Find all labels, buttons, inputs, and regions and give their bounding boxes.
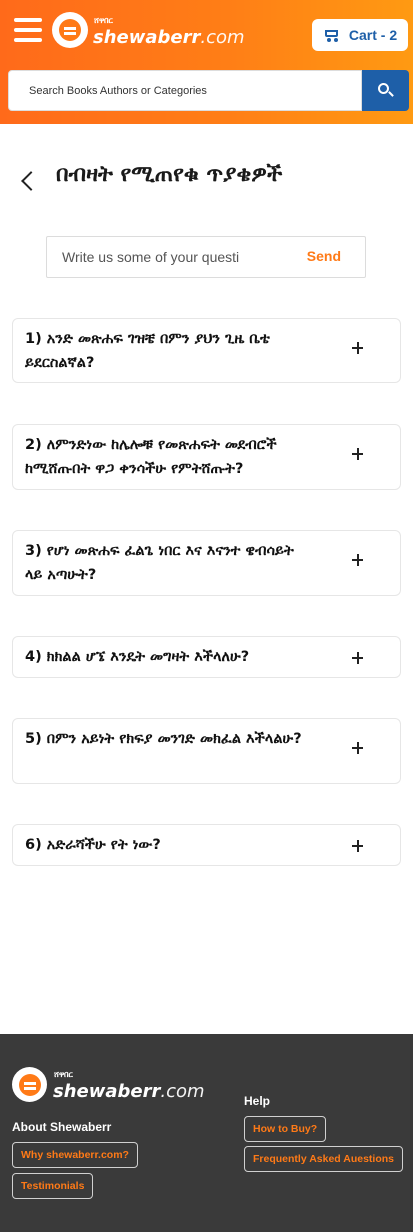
faq-question: 2) ለምንድነው ከሌሎቹ የመጽሐፍት መደብሮች ከሚሸጡበት ዋጋ ቀን… <box>25 437 277 477</box>
logo-brand-tld: .com <box>160 1081 205 1102</box>
cart-icon <box>323 28 339 42</box>
footer-link-faq[interactable]: Frequently Asked Auestions <box>244 1146 404 1172</box>
question-input[interactable] <box>48 238 288 276</box>
cart-button[interactable]: Cart - 2 <box>312 19 408 51</box>
plus-icon[interactable] <box>352 840 364 852</box>
faq-item-5[interactable]: 5) በምን አይነት የክፍያ መንገድ መክፈል እችላልሁ? <box>12 718 401 784</box>
logo-small-text: ሸዋበር <box>54 1070 73 1079</box>
site-header: ሸዋበር shewaberr.com Cart - 2 <box>0 0 413 124</box>
footer-link-how-to-buy[interactable]: How to Buy? <box>244 1116 327 1142</box>
logo-wordmark: shewaberr.com <box>93 27 245 48</box>
footer-link-testimonials[interactable]: Testimonials <box>12 1173 94 1199</box>
plus-icon[interactable] <box>352 342 364 354</box>
menu-icon[interactable] <box>14 18 42 46</box>
logo-brand-tld: .com <box>200 27 245 48</box>
site-logo[interactable]: ሸዋበር shewaberr.com <box>52 12 245 52</box>
send-button[interactable]: Send <box>307 248 341 264</box>
page-title: በብዛት የሚጠየቁ ጥያቄዎች <box>56 162 283 187</box>
footer-logo[interactable]: ሸዋበር shewaberr.com <box>12 1067 205 1105</box>
logo-small-text: ሸዋበር <box>94 16 113 25</box>
logo-mark-icon <box>12 1067 47 1102</box>
footer-about-heading: About Shewaberr <box>12 1120 112 1134</box>
logo-wordmark: shewaberr.com <box>53 1081 205 1102</box>
search-input[interactable] <box>8 70 362 111</box>
faq-item-3[interactable]: 3) የሆነ መጽሐፍ ፈልጌ ነበር እና እናንተ ዌብሳይት ላይ አጣሁ… <box>12 530 401 596</box>
search-button[interactable] <box>362 70 409 111</box>
logo-brand-name: shewaberr <box>53 1081 161 1102</box>
logo-brand-name: shewaberr <box>93 27 201 48</box>
back-arrow-icon[interactable] <box>18 168 40 192</box>
faq-item-2[interactable]: 2) ለምንድነው ከሌሎቹ የመጽሐፍት መደብሮች ከሚሸጡበት ዋጋ ቀን… <box>12 424 401 490</box>
cart-label: Cart - 2 <box>348 27 398 43</box>
plus-icon[interactable] <box>352 554 364 566</box>
plus-icon[interactable] <box>352 652 364 664</box>
faq-item-4[interactable]: 4) ክክልል ሆኜ እንዴት መግዛት እችላለሁ? <box>12 636 401 678</box>
faq-question: 4) ክክልል ሆኜ እንዴት መግዛት እችላለሁ? <box>25 649 250 665</box>
plus-icon[interactable] <box>352 742 364 754</box>
faq-item-1[interactable]: 1) አንድ መጽሐፍ ገዝቼ በምን ያህን ጊዜ ቤቴ ይደርስልኛል? <box>12 318 401 383</box>
site-footer: ሸዋበር shewaberr.com About Shewaberr Help … <box>0 1034 413 1232</box>
search-bar <box>8 70 409 111</box>
faq-question: 3) የሆነ መጽሐፍ ፈልጌ ነበር እና እናንተ ዌብሳይት ላይ አጣሁ… <box>25 543 294 583</box>
plus-icon[interactable] <box>352 448 364 460</box>
faq-question: 6) አድራሻችሁ የት ነው? <box>25 837 161 853</box>
question-form: Send <box>46 236 366 278</box>
faq-question: 1) አንድ መጽሐፍ ገዝቼ በምን ያህን ጊዜ ቤቴ ይደርስልኛል? <box>25 331 270 371</box>
footer-help-heading: Help <box>244 1094 271 1108</box>
faq-item-6[interactable]: 6) አድራሻችሁ የት ነው? <box>12 824 401 866</box>
faq-question: 5) በምን አይነት የክፍያ መንገድ መክፈል እችላልሁ? <box>25 731 302 747</box>
footer-link-why[interactable]: Why shewaberr.com? <box>12 1142 138 1168</box>
logo-mark-icon <box>52 12 88 48</box>
